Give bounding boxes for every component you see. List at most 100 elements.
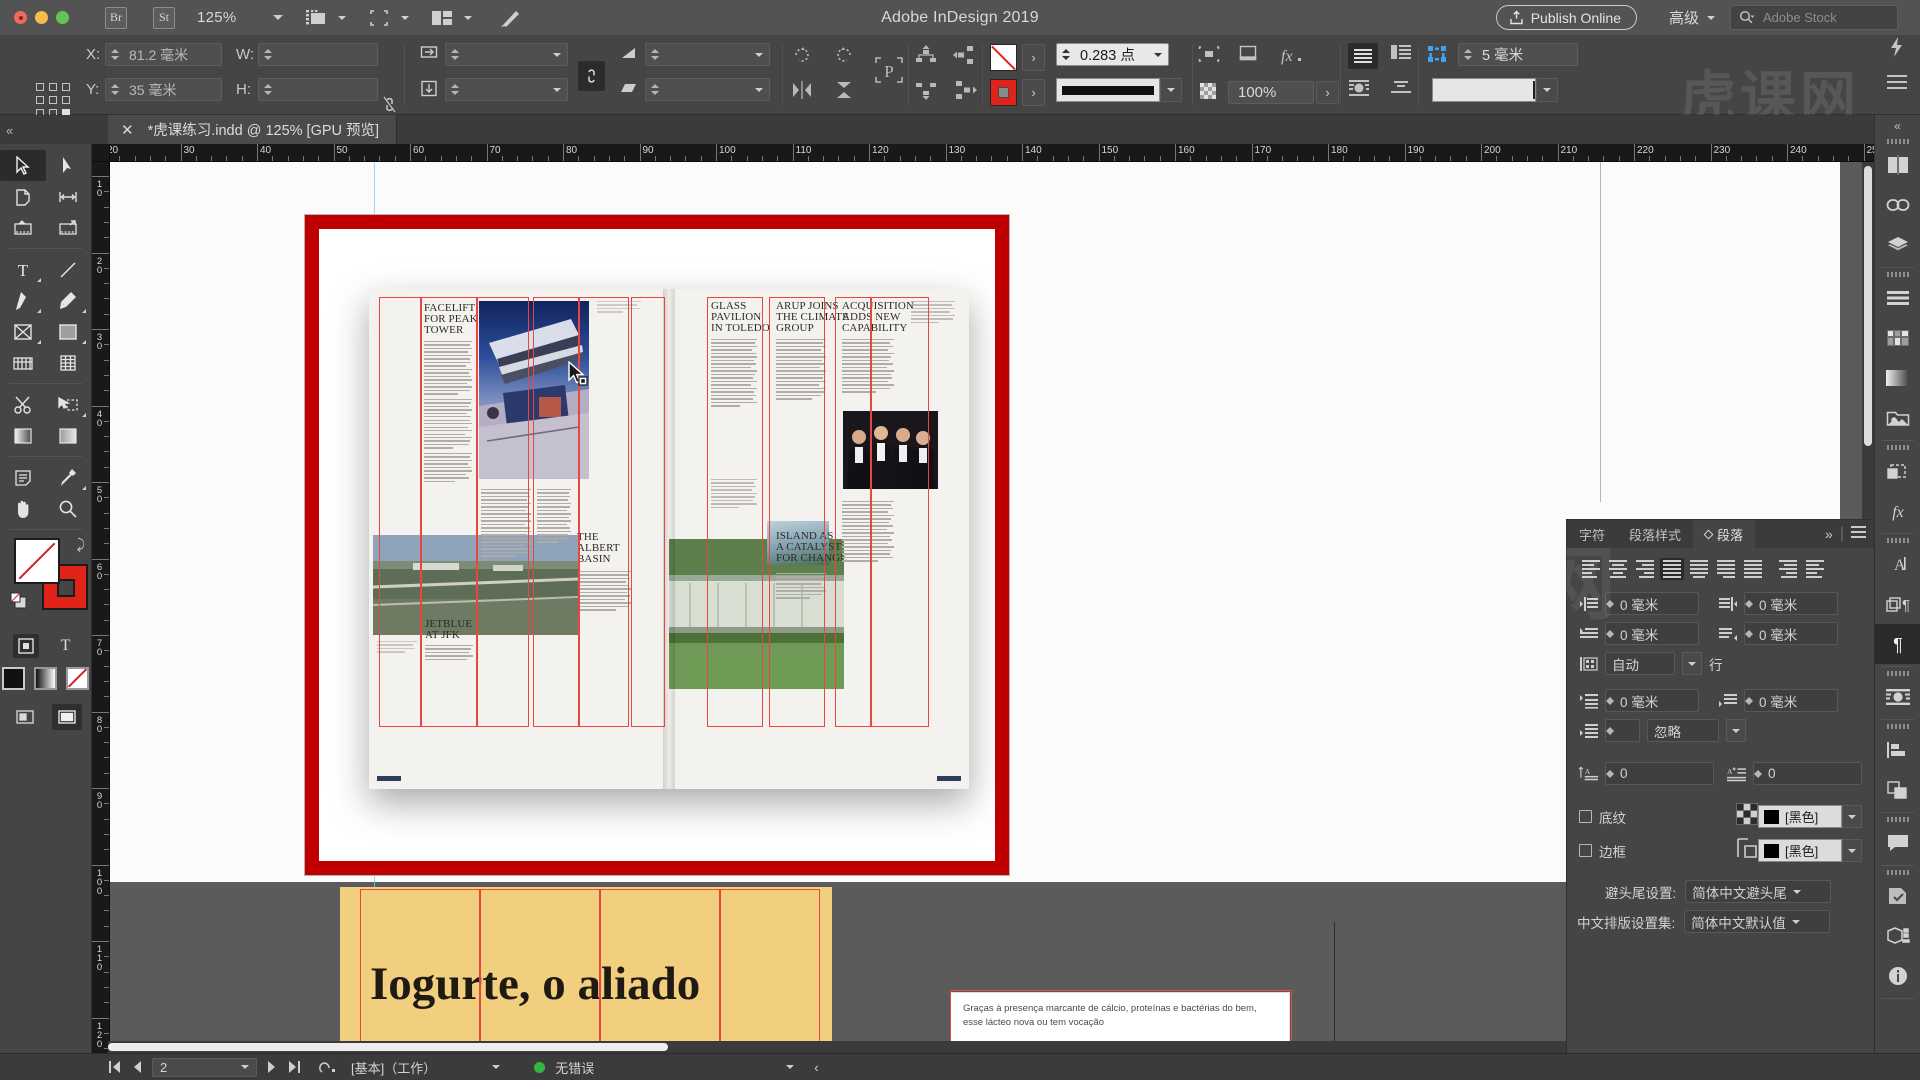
tab-paragraph-styles[interactable]: 段落样式 (1617, 520, 1693, 548)
fill-color-dropdown[interactable]: › (1022, 44, 1045, 71)
h-stepper[interactable] (259, 84, 276, 95)
align-toward-spine-button[interactable] (1776, 558, 1800, 580)
rotation-stepper[interactable] (646, 49, 663, 60)
frame-fitting-icon[interactable] (1238, 44, 1258, 64)
publish-online-button[interactable]: Publish Online (1495, 5, 1637, 30)
opacity-dropdown[interactable]: › (1316, 81, 1339, 104)
h-field[interactable] (258, 78, 378, 101)
collapse-left-panel-icon[interactable]: « (6, 123, 13, 138)
maximize-window-button[interactable] (56, 11, 69, 24)
eyedropper-tool[interactable] (46, 462, 92, 493)
align-panel-icon[interactable] (1875, 730, 1920, 770)
hand-tool[interactable] (0, 493, 46, 524)
workspace-caret-icon[interactable] (1707, 15, 1715, 20)
page-dropdown-icon[interactable] (234, 1065, 256, 1069)
constrain-proportions-wh-icon[interactable] (382, 95, 397, 114)
gap-color-field[interactable] (1432, 78, 1558, 102)
screen-mode-group[interactable] (303, 7, 346, 29)
rotation-field[interactable] (645, 43, 770, 66)
text-wrap-icon[interactable] (1198, 44, 1220, 64)
scale-x-dropdown-icon[interactable] (547, 52, 567, 57)
screen-mode-icon[interactable] (303, 7, 329, 29)
lower-page-yellow[interactable]: Iogurte, o aliado (340, 887, 832, 1047)
last-page-icon[interactable] (287, 1061, 301, 1073)
space-after-stepper[interactable] (1745, 696, 1753, 705)
stock-icon[interactable]: St (153, 6, 175, 29)
tab-character[interactable]: 字符 (1567, 520, 1617, 548)
flip-vertical-icon[interactable] (832, 79, 856, 101)
formatting-affects-text-button[interactable]: T (53, 634, 79, 658)
shear-field[interactable] (645, 78, 770, 101)
drop-cap-lines-stepper[interactable] (1606, 769, 1614, 778)
corner-radius-stepper[interactable] (1459, 49, 1476, 60)
info-panel-icon[interactable] (1875, 956, 1920, 996)
align-center-button[interactable] (1606, 558, 1630, 580)
drop-cap-chars-stepper[interactable] (1754, 769, 1762, 778)
left-indent-field[interactable]: 0 毫米 (1605, 592, 1699, 615)
shear-stepper[interactable] (646, 84, 663, 95)
rotation-dropdown-icon[interactable] (749, 52, 769, 57)
workspace-switcher-icon[interactable] (498, 7, 524, 29)
swap-fill-stroke-icon[interactable]: ⤸ (77, 536, 85, 553)
bridge-icon[interactable]: Br (105, 6, 127, 29)
right-indent-stepper[interactable] (1745, 599, 1753, 608)
scale-y-dropdown-icon[interactable] (547, 87, 567, 92)
constrain-scale-button[interactable] (578, 61, 605, 91)
zoom-tool[interactable] (46, 493, 92, 524)
border-color-field[interactable]: [黑色] (1758, 839, 1842, 862)
gradient-swatch-tool[interactable] (0, 420, 46, 451)
control-bar-menu-icon[interactable] (1887, 75, 1907, 94)
right-indent-field[interactable]: 0 毫米 (1744, 592, 1838, 615)
align-justify-button[interactable] (1348, 43, 1378, 69)
workspace-menu[interactable]: 高级 (1669, 7, 1715, 28)
gap-tool[interactable] (46, 181, 92, 212)
close-window-button[interactable] (14, 11, 27, 24)
drop-cap-lines-field[interactable]: 0 (1605, 762, 1714, 785)
justify-all-button[interactable] (1741, 558, 1765, 580)
arrange-documents-group[interactable] (429, 7, 472, 29)
y-field[interactable]: 35 毫米 (105, 78, 222, 101)
opacity-field[interactable]: 100% (1228, 81, 1314, 104)
ruler-origin-corner[interactable] (92, 144, 110, 162)
left-indent-stepper[interactable] (1606, 599, 1614, 608)
last-line-indent-stepper[interactable] (1745, 629, 1753, 638)
align-right-button[interactable] (1633, 558, 1657, 580)
master-page-icon[interactable] (319, 1060, 337, 1074)
w-stepper[interactable] (259, 49, 276, 60)
rotate-ccw-icon[interactable] (832, 43, 856, 67)
corner-shape-dropdown-icon[interactable] (1536, 78, 1558, 102)
page-spread[interactable]: FACELIFT FOR PEAK TOWER THE ALBERT BASIN… (305, 215, 1009, 875)
scale-x-field[interactable] (445, 43, 568, 66)
direct-selection-tool[interactable] (46, 150, 92, 181)
note-tool[interactable] (0, 462, 46, 493)
view-options-group[interactable] (366, 7, 409, 29)
page-number-field[interactable]: 2 (152, 1057, 257, 1077)
text-wrap-around-icon[interactable] (1348, 79, 1370, 97)
zoom-level-value[interactable]: 125% (197, 9, 237, 26)
send-to-back-icon[interactable] (915, 79, 937, 101)
paragraph-panel[interactable]: 字符 段落样式 段落 » | 0 毫米 0 毫米 0 毫米 0 毫米 自动 行 … (1566, 519, 1874, 1053)
stock-search-input[interactable]: Adobe Stock (1730, 5, 1898, 30)
bring-to-front-icon[interactable] (915, 44, 937, 66)
preview-view-mode-button[interactable] (51, 704, 82, 730)
status-expand-icon[interactable]: ‹ (814, 1060, 818, 1075)
scissors-tool[interactable] (0, 389, 46, 420)
scale-y-field[interactable] (445, 78, 568, 101)
package-panel-icon[interactable] (1875, 916, 1920, 956)
justify-last-right-button[interactable] (1714, 558, 1738, 580)
master-page-dropdown-icon[interactable] (492, 1065, 501, 1069)
ruler-guide-right[interactable] (1600, 162, 1601, 502)
gradient-feather-tool[interactable] (46, 420, 92, 451)
close-document-icon[interactable]: ✕ (121, 121, 134, 139)
shear-dropdown-icon[interactable] (749, 87, 769, 92)
view-options-caret-icon[interactable] (400, 15, 409, 20)
space-before-stepper[interactable] (1606, 696, 1614, 705)
optical-margin-field[interactable]: 忽略 (1647, 719, 1719, 742)
space-after-field[interactable]: 0 毫米 (1744, 689, 1838, 712)
layers-panel-icon[interactable] (1875, 225, 1920, 265)
fill-color-swatch[interactable] (990, 44, 1017, 71)
shading-checkbox[interactable] (1579, 810, 1592, 823)
normal-view-mode-button[interactable] (10, 704, 40, 730)
paragraph-styles-panel-icon[interactable]: ¶ (1875, 584, 1920, 624)
comments-panel-icon[interactable] (1875, 823, 1920, 863)
